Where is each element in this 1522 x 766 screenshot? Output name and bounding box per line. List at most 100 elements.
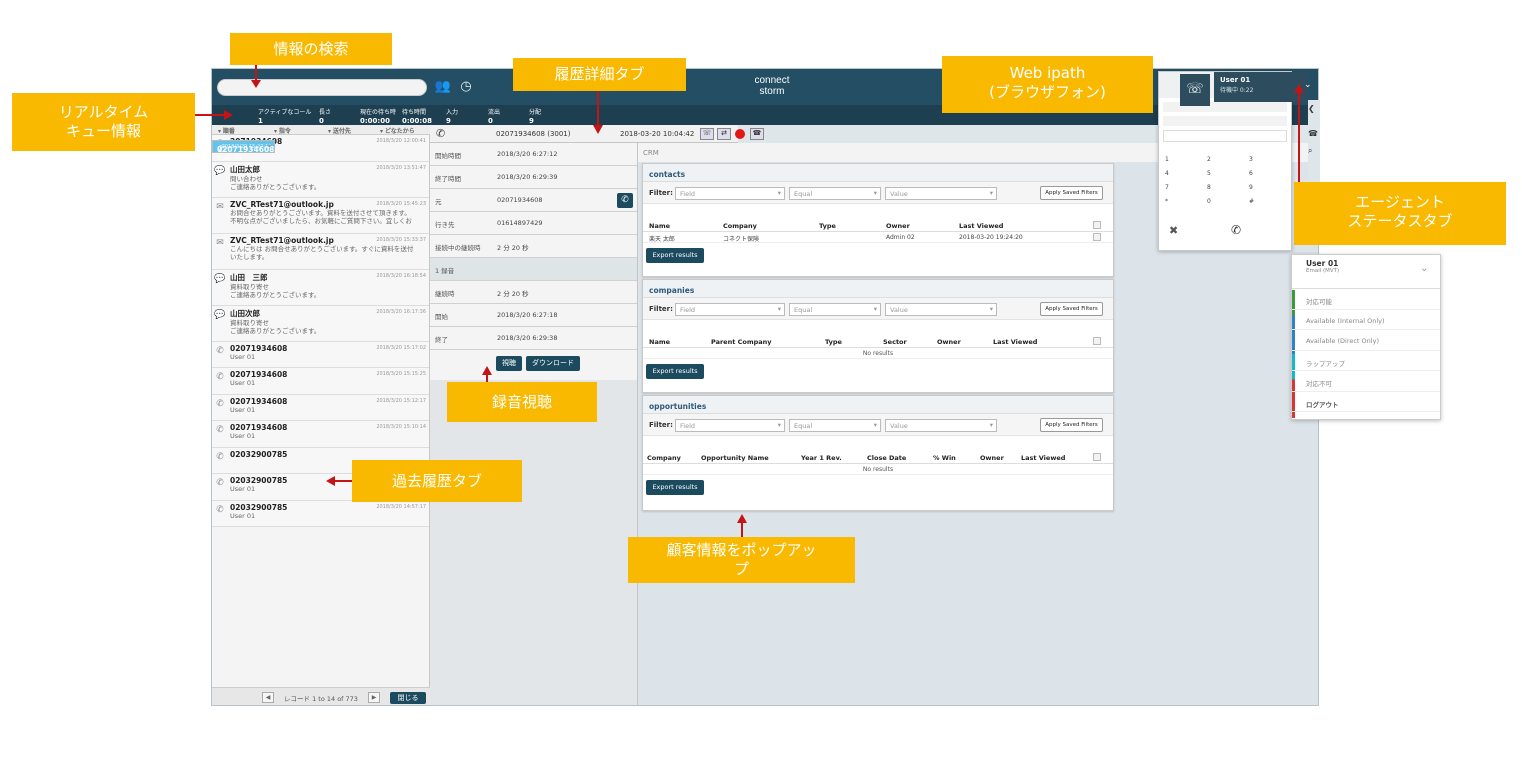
- history-list-item[interactable]: ✆ 02071934608 2018/3/20 15:17:02 User 01: [212, 341, 429, 368]
- history-clock-icon[interactable]: ◷: [457, 78, 475, 96]
- filter-field-select[interactable]: Field: [675, 303, 785, 316]
- col-close-date[interactable]: Close Date: [867, 454, 906, 462]
- dialpad-key[interactable]: 0: [1207, 198, 1237, 205]
- stat-label: 入力: [446, 109, 459, 116]
- export-results-button[interactable]: Export results: [646, 480, 704, 495]
- col-win[interactable]: % Win: [933, 454, 956, 462]
- history-list-item[interactable]: ✆ 02071934608 2018/3/20 15:15:25 User 01: [212, 368, 429, 395]
- col-order[interactable]: ▾ 順番: [218, 126, 235, 135]
- filter-value-select[interactable]: Value: [885, 303, 997, 316]
- col-last-viewed[interactable]: Last Viewed: [1021, 454, 1065, 462]
- export-results-button[interactable]: Export results: [646, 248, 704, 263]
- col-owner[interactable]: Owner: [937, 338, 961, 346]
- col-type[interactable]: Type: [825, 338, 842, 346]
- dialpad-key[interactable]: 5: [1207, 170, 1237, 177]
- history-item-date: 2018/3/20 15:15:25: [376, 371, 426, 377]
- dialpad-key[interactable]: 9: [1249, 184, 1279, 191]
- col-from[interactable]: ▾ どなたから: [380, 126, 415, 135]
- col-owner[interactable]: Owner: [886, 222, 910, 230]
- history-list-item[interactable]: 💬 山田 三郎 2018/3/20 16:18:54 資料取り寄せ ご連絡ありがとうござ…: [212, 269, 429, 306]
- dialpad-key[interactable]: 8: [1207, 184, 1237, 191]
- status-available-internal[interactable]: Available (Internal Only): [1292, 310, 1440, 330]
- detail-row-start: 開始時間 2018/3/20 6:27:12: [430, 143, 637, 166]
- dial-call-icon[interactable]: ✆: [1231, 223, 1241, 237]
- col-name[interactable]: Name: [649, 222, 670, 230]
- transfer-icon[interactable]: ⇄: [717, 128, 731, 140]
- phone-tab[interactable]: ☏: [1180, 74, 1210, 106]
- search-input[interactable]: [217, 79, 427, 96]
- filter-field-select[interactable]: Field: [675, 419, 785, 432]
- col-last-viewed[interactable]: Last Viewed: [993, 338, 1037, 346]
- status-wrapup[interactable]: ラップアップ: [1292, 351, 1440, 371]
- apply-saved-filters-button[interactable]: Apply Saved Filters: [1040, 302, 1103, 316]
- dialpad-key[interactable]: 1: [1165, 156, 1195, 163]
- next-page-button[interactable]: ▶: [368, 692, 380, 703]
- select-all-checkbox[interactable]: [1093, 221, 1101, 229]
- contacts-icon[interactable]: 👥: [434, 78, 452, 96]
- select-all-checkbox[interactable]: [1093, 337, 1101, 345]
- chevron-down-icon[interactable]: ⌄: [1304, 80, 1312, 90]
- history-list-item[interactable]: ✉ ZVC_RTest71@outlook.jp 2018/3/20 15:45:2…: [212, 197, 429, 234]
- hold-icon[interactable]: ☎: [750, 128, 764, 140]
- filter-value-select[interactable]: Value: [885, 187, 997, 200]
- status-logout[interactable]: ログアウト: [1292, 392, 1440, 412]
- col-owner[interactable]: Owner: [980, 454, 1004, 462]
- detail-tab-number[interactable]: 02071934608 (3001): [496, 130, 571, 138]
- apply-saved-filters-button[interactable]: Apply Saved Filters: [1040, 186, 1103, 200]
- dialpad-key[interactable]: 7: [1165, 184, 1195, 191]
- spacer: [643, 320, 1113, 334]
- cell-name[interactable]: 楽天 太郎: [649, 234, 675, 243]
- history-list-item[interactable]: ✉ ZVC_RTest71@outlook.jp 2018/3/20 15:33:3…: [212, 233, 429, 270]
- row-checkbox[interactable]: [1093, 233, 1101, 241]
- status-available-direct[interactable]: Available (Direct Only): [1292, 330, 1440, 351]
- dialpad-key[interactable]: 4: [1165, 170, 1195, 177]
- status-available[interactable]: 対応可能: [1292, 289, 1440, 310]
- callback-icon[interactable]: ✆: [617, 193, 633, 208]
- col-command[interactable]: ▾ 指令: [274, 126, 291, 135]
- col-sector[interactable]: Sector: [883, 338, 907, 346]
- dialpad-key[interactable]: 3: [1249, 156, 1279, 163]
- dialpad-key[interactable]: #: [1249, 198, 1279, 205]
- col-company[interactable]: Company: [723, 222, 757, 230]
- col-destination[interactable]: ▾ 送付先: [328, 126, 351, 135]
- stat-input: 入力 9: [446, 107, 458, 125]
- filter-operator-select[interactable]: Equal: [789, 187, 881, 200]
- close-button[interactable]: 閉じる: [390, 692, 426, 704]
- history-list-item[interactable]: ✆ 02071934608 2018/3/20 15:10:14 User 01: [212, 421, 429, 448]
- col-type[interactable]: Type: [819, 222, 836, 230]
- dialpad-key[interactable]: *: [1165, 198, 1195, 205]
- history-list-item[interactable]: ✆ 02071934608 2018/3/20 15:12:17 User 01: [212, 394, 429, 421]
- filter-value-select[interactable]: Value: [885, 419, 997, 432]
- download-button[interactable]: ダウンロード: [526, 356, 580, 371]
- col-opportunity-name[interactable]: Opportunity Name: [701, 454, 769, 462]
- history-list-item[interactable]: 💬 山田次郎 2018/3/20 16:17:36 資料取り寄せ ご連絡ありがとうござい…: [212, 305, 429, 342]
- listen-button[interactable]: 視聴: [496, 356, 522, 371]
- col-company[interactable]: Company: [647, 454, 681, 462]
- side-phone-icon[interactable]: ☎: [1308, 129, 1320, 138]
- col-year1-rev[interactable]: Year 1 Rev.: [801, 454, 842, 462]
- chevron-down-icon[interactable]: ⌄: [1420, 263, 1428, 274]
- hangup-icon[interactable]: ☏: [700, 128, 714, 140]
- export-results-button[interactable]: Export results: [646, 364, 704, 379]
- dial-number-input[interactable]: [1163, 130, 1287, 142]
- status-unavailable[interactable]: 対応不可: [1292, 371, 1440, 392]
- apply-saved-filters-button[interactable]: Apply Saved Filters: [1040, 418, 1103, 432]
- select-all-checkbox[interactable]: [1093, 453, 1101, 461]
- dialpad-key[interactable]: 6: [1249, 170, 1279, 177]
- detail-value: 02071934608: [497, 196, 543, 204]
- col-last-viewed[interactable]: Last Viewed: [959, 222, 1003, 230]
- col-name[interactable]: Name: [649, 338, 670, 346]
- col-parent-company[interactable]: Parent Company: [711, 338, 772, 346]
- dialpad-key[interactable]: 2: [1207, 156, 1237, 163]
- history-list-item[interactable]: ✆020329007852018/3/20 14:57:17User 01: [212, 500, 429, 527]
- history-list-item[interactable]: ✆ 02071934608 2018/3/20 15:27:12 User 01: [212, 140, 276, 162]
- history-list-item[interactable]: 💬 山田太郎 2018/3/20 13:51:47 問い合わせ ご連絡ありがとうございま…: [212, 161, 429, 198]
- side-search-icon[interactable]: ⌕: [1308, 146, 1320, 156]
- contacts-row[interactable]: 楽天 太郎 コネクト保険 Admin 02 2018-03-20 19:24:2…: [643, 232, 1113, 243]
- filter-field-select[interactable]: Field: [675, 187, 785, 200]
- filter-operator-select[interactable]: Equal: [789, 419, 881, 432]
- prev-page-button[interactable]: ◀: [262, 692, 274, 703]
- close-icon[interactable]: ✖: [1169, 224, 1178, 237]
- record-icon[interactable]: [735, 129, 745, 139]
- filter-operator-select[interactable]: Equal: [789, 303, 881, 316]
